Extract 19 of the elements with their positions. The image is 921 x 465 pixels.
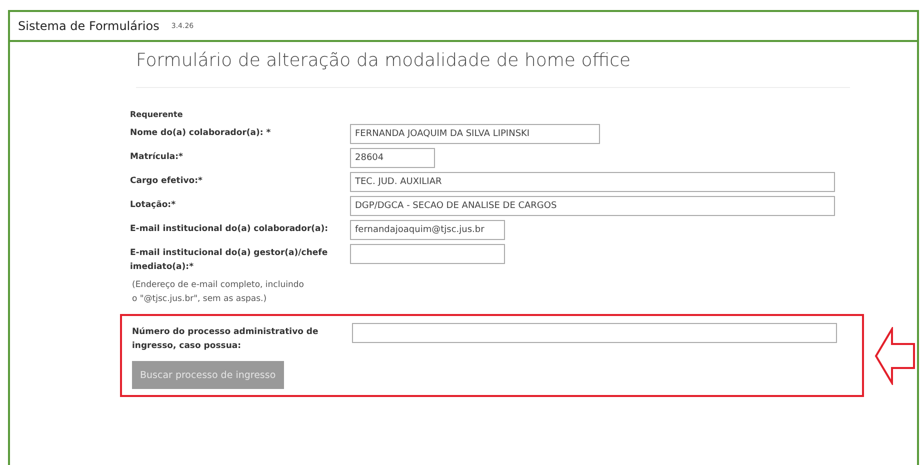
input-field[interactable] xyxy=(350,244,505,264)
field-label: Nome do(a) colaborador(a): * xyxy=(130,127,272,140)
app-title: Sistema de Formulários xyxy=(18,19,160,33)
field-label: E-mail institucional do(a) gestor(a)/chefe imediato(a):* xyxy=(130,247,329,274)
hint-text: (Endereço de e-mail completo, incluindo o "@tjsc.jus.br", sem as aspas.) xyxy=(132,279,305,306)
input-field[interactable]: TEC. JUD. AUXILIAR xyxy=(350,172,835,192)
input-field[interactable]: 28604 xyxy=(350,148,435,168)
input-field[interactable]: fernandajoaquim@tjsc.jus.br xyxy=(350,220,505,240)
input-field[interactable]: FERNANDA JOAQUIM DA SILVA LIPINSKI xyxy=(350,124,600,144)
field-label: Número do processo administrativo de ingresso, caso possua: xyxy=(132,326,320,353)
section-label: Requerente xyxy=(130,110,184,119)
input-field[interactable]: DGP/DGCA - SECAO DE ANALISE DE CARGOS xyxy=(350,196,835,216)
field-label: Cargo efetivo:* xyxy=(130,175,204,188)
field-label: Matrícula:* xyxy=(130,151,184,164)
field-label: Lotação:* xyxy=(130,199,177,212)
arrow-icon xyxy=(874,326,916,384)
input-field[interactable] xyxy=(352,323,837,343)
field-label: E-mail institucional do(a) colaborador(a): xyxy=(130,223,330,236)
form-title: Formulário de alteração da modalidade de home office xyxy=(136,50,850,88)
